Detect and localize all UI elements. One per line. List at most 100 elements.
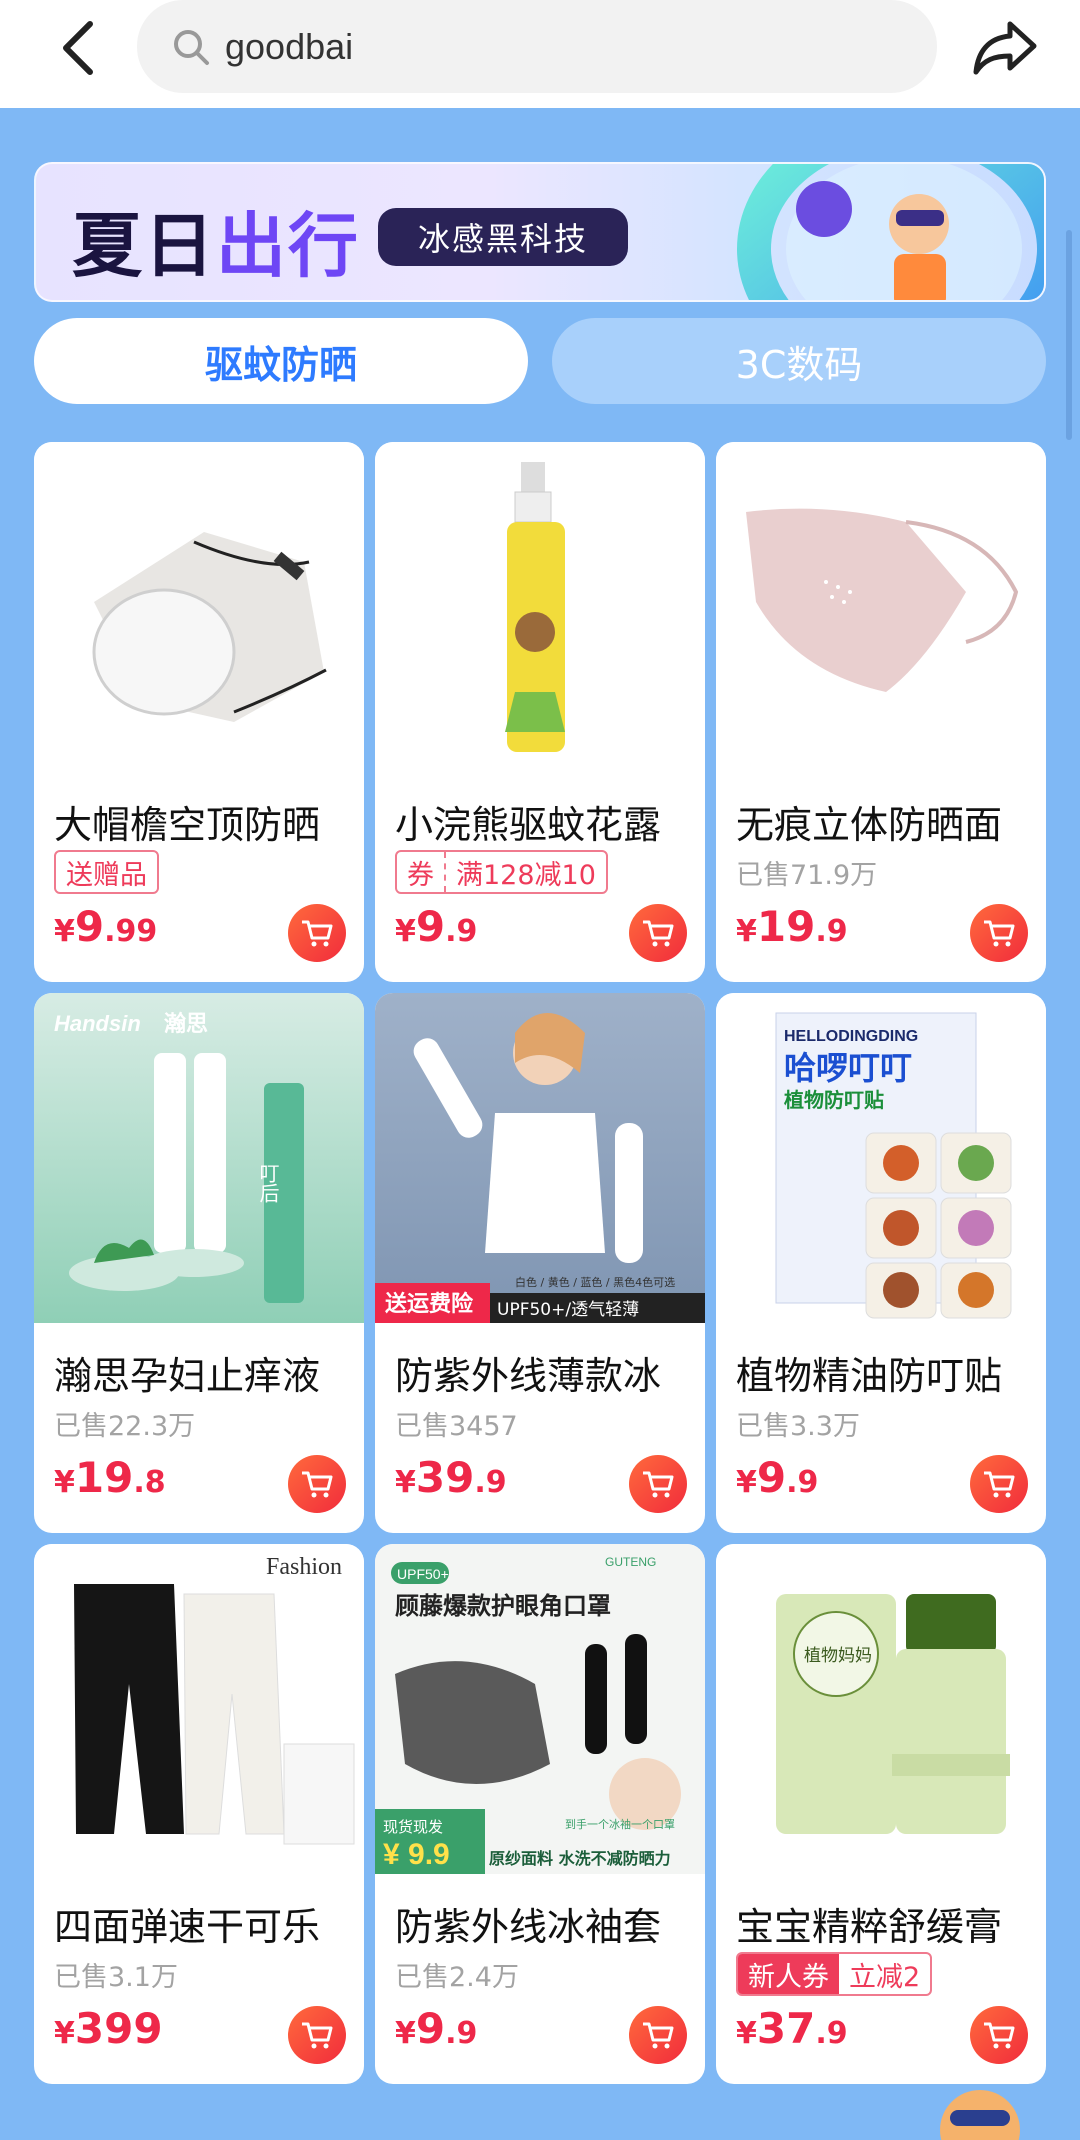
product-title: 无痕立体防晒面 [736, 803, 1003, 847]
product-card[interactable]: 小浣熊驱蚊花露 券满128减10 ¥9.9 [375, 442, 705, 982]
cart-icon [984, 1471, 1015, 1498]
sold-count: 已售3457 [395, 1410, 518, 1442]
share-icon [973, 21, 1037, 75]
product-image-ice-sleeves: 送运费险 UPF50+/透气轻薄 白色 / 黄色 / 蓝色 / 黑色4色可选 [375, 993, 705, 1323]
product-price: ¥9.9 [395, 2004, 478, 2053]
sold-count: 已售22.3万 [54, 1410, 196, 1442]
add-to-cart-button[interactable] [629, 904, 687, 962]
category-tabs: 驱蚊防晒 3C数码 [34, 318, 1046, 404]
add-to-cart-button[interactable] [970, 904, 1028, 962]
cart-icon [984, 2022, 1015, 2049]
svg-text:植物防叮贴: 植物防叮贴 [784, 1088, 884, 1112]
product-image-pants: Fashion [34, 1544, 364, 1874]
product-card[interactable]: 送运费险 UPF50+/透气轻薄 白色 / 黄色 / 蓝色 / 黑色4色可选 防… [375, 993, 705, 1533]
product-title: 防紫外线薄款冰 [395, 1354, 662, 1398]
top-bar: goodbai [0, 0, 1080, 108]
product-price: ¥19.9 [736, 902, 848, 951]
cart-icon [984, 920, 1015, 947]
back-button[interactable] [52, 18, 104, 78]
chevron-left-icon [63, 21, 93, 75]
floating-mascot-icon[interactable] [920, 2080, 1020, 2140]
product-meta: 新人券 立减2 [736, 1952, 933, 1996]
product-card[interactable]: 植物妈妈 宝宝精粹舒缓膏 新人券 立减2 ¥37.9 [716, 1544, 1046, 2084]
product-card[interactable]: 无痕立体防晒面 已售71.9万 ¥19.9 [716, 442, 1046, 982]
product-image-sun-hat [34, 442, 364, 772]
svg-text:哈啰叮叮: 哈啰叮叮 [784, 1049, 912, 1087]
product-price: ¥37.9 [736, 2004, 848, 2053]
product-title: 防紫外线冰袖套 [395, 1905, 662, 1949]
product-card[interactable]: Handsin 瀚思 叮后 瀚思孕妇止痒液 已售22.3万 ¥19.8 [34, 993, 364, 1533]
sold-count: 已售71.9万 [736, 859, 878, 891]
svg-text:Handsin: Handsin [54, 1011, 141, 1036]
add-to-cart-button[interactable] [629, 2006, 687, 2064]
svg-text:UPF50+/透气轻薄: UPF50+/透气轻薄 [497, 1300, 639, 1320]
svg-text:送运费险: 送运费险 [385, 1291, 474, 1317]
product-meta: 送赠品 [54, 850, 159, 894]
svg-text:现货现发: 现货现发 [383, 1818, 443, 1836]
product-card[interactable]: 大帽檐空顶防晒 送赠品 ¥9.99 [34, 442, 364, 982]
tab-3c-digital[interactable]: 3C数码 [552, 318, 1046, 404]
banner-illustration [737, 164, 1044, 300]
gift-badge: 送赠品 [54, 850, 159, 894]
product-card[interactable]: UPF50+ GUTENG 顾藤爆款护眼角口罩 现货现发 ¥ 9.9 原纱面料 … [375, 1544, 705, 2084]
add-to-cart-button[interactable] [970, 1455, 1028, 1513]
cart-icon [302, 920, 333, 947]
search-bar[interactable]: goodbai [137, 0, 937, 93]
product-title: 瀚思孕妇止痒液 [54, 1354, 321, 1398]
tab-mosquito-sunscreen[interactable]: 驱蚊防晒 [34, 318, 528, 404]
cart-icon [643, 1471, 674, 1498]
cart-icon [302, 2022, 333, 2049]
sold-count: 已售2.4万 [395, 1961, 519, 1993]
product-title: 植物精油防叮贴 [736, 1354, 1003, 1398]
add-to-cart-button[interactable] [629, 1455, 687, 1513]
product-title: 四面弹速干可乐 [54, 1905, 321, 1949]
add-to-cart-button[interactable] [288, 2006, 346, 2064]
product-price: ¥9.9 [736, 1453, 819, 1502]
svg-text:顾藤爆款护眼角口罩: 顾藤爆款护眼角口罩 [395, 1592, 611, 1620]
search-icon [169, 25, 213, 69]
coupon-badge: 券满128减10 [395, 850, 608, 894]
product-price: ¥399 [54, 2004, 163, 2053]
product-image-baby-balm: 植物妈妈 [716, 1544, 1046, 1874]
product-price: ¥39.9 [395, 1453, 507, 1502]
cart-icon [302, 1471, 333, 1498]
product-image-eye-mask: UPF50+ GUTENG 顾藤爆款护眼角口罩 现货现发 ¥ 9.9 原纱面料 … [375, 1544, 705, 1874]
product-image-mosquito-spray [375, 442, 705, 772]
svg-text:¥ 9.9: ¥ 9.9 [383, 1838, 450, 1871]
cart-icon [643, 2022, 674, 2049]
svg-text:Fashion: Fashion [266, 1554, 342, 1580]
svg-text:白色 / 黄色 / 蓝色 / 黑色4色可选: 白色 / 黄色 / 蓝色 / 黑色4色可选 [515, 1275, 675, 1289]
svg-text:叮后: 叮后 [256, 1163, 280, 1203]
add-to-cart-button[interactable] [288, 904, 346, 962]
sold-count: 已售3.3万 [736, 1410, 860, 1442]
cart-icon [643, 920, 674, 947]
product-price: ¥19.8 [54, 1453, 166, 1502]
product-image-face-mask [716, 442, 1046, 772]
product-meta: 券满128减10 [395, 850, 608, 894]
product-card[interactable]: Fashion 四面弹速干可乐 已售3.1万 ¥399 [34, 1544, 364, 2084]
product-price: ¥9.9 [395, 902, 478, 951]
product-image-mosquito-patch: HELLODINGDING 哈啰叮叮 植物防叮贴 [716, 993, 1046, 1323]
sold-count: 已售3.1万 [54, 1961, 178, 1993]
product-card[interactable]: HELLODINGDING 哈啰叮叮 植物防叮贴 植物精油防叮贴 已售3.3万 … [716, 993, 1046, 1533]
svg-text:HELLODINGDING: HELLODINGDING [784, 1028, 918, 1045]
svg-text:原纱面料 水洗不减防晒力: 原纱面料 水洗不减防晒力 [489, 1849, 671, 1868]
svg-text:GUTENG: GUTENG [605, 1555, 656, 1569]
svg-text:到手一个冰袖一个口罩: 到手一个冰袖一个口罩 [565, 1817, 675, 1831]
product-title: 小浣熊驱蚊花露 [395, 803, 662, 847]
scrollbar[interactable] [1066, 230, 1072, 440]
add-to-cart-button[interactable] [970, 2006, 1028, 2064]
product-title: 大帽檐空顶防晒 [54, 803, 321, 847]
banner-tag: 冰感黑科技 [378, 208, 628, 266]
product-price: ¥9.99 [54, 902, 158, 951]
banner-title: 夏日出行 [72, 205, 360, 287]
svg-text:植物妈妈: 植物妈妈 [804, 1646, 872, 1666]
product-image-itch-relief: Handsin 瀚思 叮后 [34, 993, 364, 1323]
product-title: 宝宝精粹舒缓膏 [736, 1905, 1003, 1949]
share-button[interactable] [968, 16, 1040, 80]
search-input[interactable]: goodbai [225, 26, 353, 68]
new-user-coupon: 新人券 立减2 [736, 1952, 933, 1996]
add-to-cart-button[interactable] [288, 1455, 346, 1513]
summer-banner[interactable]: 夏日出行 冰感黑科技 [34, 162, 1046, 302]
svg-text:UPF50+: UPF50+ [397, 1566, 449, 1582]
